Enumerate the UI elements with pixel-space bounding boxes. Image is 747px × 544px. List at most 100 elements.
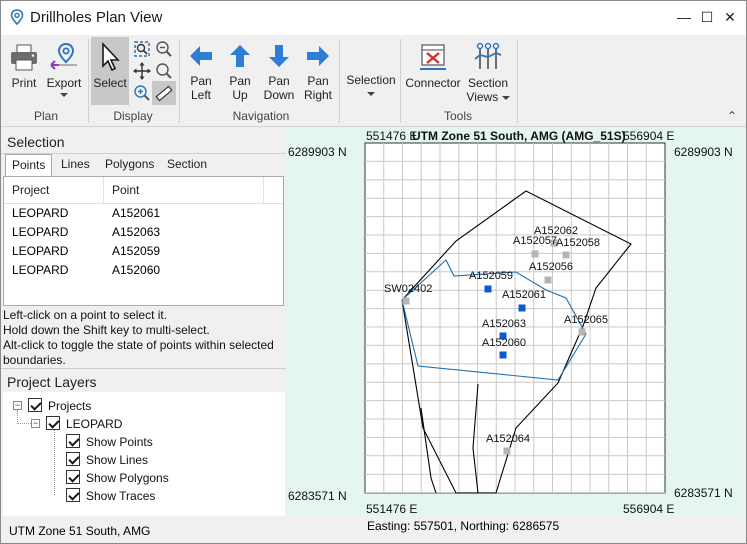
row-project: LEOPARD (12, 244, 69, 258)
drillhole-label: A152063 (482, 318, 526, 330)
show-polygons-label: Show Polygons (86, 471, 169, 485)
drillhole-point[interactable] (499, 351, 507, 359)
pan-left-label-1: Pan (190, 74, 212, 88)
drillhole-point[interactable] (562, 251, 570, 259)
show-polygons-checkbox[interactable] (66, 470, 80, 484)
table-row[interactable]: LEOPARD A152061 (4, 204, 283, 223)
pan-right-label-1: Pan (307, 74, 329, 88)
collapse-ribbon-icon[interactable]: ⌃ (727, 109, 737, 123)
export-dropdown-icon (60, 93, 68, 97)
selection-dropdown-icon (367, 92, 375, 96)
show-traces-checkbox[interactable] (66, 488, 80, 502)
drillhole-point[interactable] (544, 276, 552, 284)
status-bar: UTM Zone 51 South, AMG Easting: 557501, … (1, 516, 746, 543)
minimize-button[interactable]: — (673, 7, 695, 29)
group-separator (339, 39, 340, 123)
drillhole-point[interactable] (484, 285, 492, 293)
section-views-icon (474, 42, 502, 69)
selection-tabs: Points Lines Polygons Section (5, 154, 283, 176)
collapse-projects-icon[interactable]: − (13, 401, 22, 410)
cursor-arrow-icon (102, 41, 120, 72)
export-button[interactable]: Export (46, 41, 82, 97)
leopard-checkbox[interactable] (46, 416, 60, 430)
help-line: Hold down the Shift key to multi-select. (3, 323, 210, 337)
print-label: Print (11, 76, 37, 90)
pan-left-button[interactable]: Pan Left (184, 41, 218, 102)
zoom-window-icon[interactable] (154, 61, 174, 81)
table-row[interactable]: LEOPARD A152059 (4, 242, 283, 261)
pan-up-label-2: Up (232, 88, 248, 102)
column-header-point[interactable]: Point (104, 177, 264, 203)
show-points-label: Show Points (86, 435, 153, 449)
row-project: LEOPARD (12, 206, 69, 220)
app-window: Drillholes Plan View — ☐ ✕ Print Export (0, 0, 747, 544)
section-views-label-1: Section (467, 76, 509, 90)
arrow-left-icon (190, 46, 212, 66)
zoom-out-icon[interactable] (154, 39, 174, 59)
tab-points[interactable]: Points (5, 154, 53, 176)
measure-button[interactable] (152, 81, 176, 105)
connector-button[interactable]: Connector (404, 41, 462, 90)
pan-right-label-2: Right (303, 88, 332, 102)
pan-up-label-1: Pan (229, 74, 251, 88)
drillhole-label: A152059 (469, 270, 513, 282)
drillhole-label: A152057 (513, 235, 557, 247)
help-line: boundaries. (3, 353, 66, 367)
pan-left-label-2: Left (190, 88, 211, 102)
section-views-button[interactable]: Section Views (464, 41, 512, 104)
row-point: A152061 (112, 206, 161, 220)
print-button[interactable]: Print (7, 41, 41, 90)
table-row[interactable]: LEOPARD A152060 (4, 261, 283, 280)
selection-dropdown-button[interactable]: Selection (343, 73, 399, 96)
layers-tree: − Projects − LEOPARD Show Points Show Li… (3, 392, 285, 516)
project-layers-header: Project Layers (7, 374, 97, 390)
pan-up-button[interactable]: Pan Up (223, 41, 257, 102)
show-traces-label: Show Traces (86, 489, 156, 503)
pan-down-button[interactable]: Pan Down (260, 41, 298, 102)
export-pin-icon (50, 42, 77, 70)
collapse-leopard-icon[interactable]: − (31, 419, 40, 428)
close-button[interactable]: ✕ (719, 7, 741, 29)
tab-polygons[interactable]: Polygons (99, 154, 160, 176)
show-lines-checkbox[interactable] (66, 452, 80, 466)
drillhole-point[interactable] (518, 304, 526, 312)
drillhole-point[interactable] (578, 328, 586, 336)
connector-label: Connector (405, 76, 461, 90)
drillhole-point[interactable] (402, 297, 410, 305)
show-lines-label: Show Lines (86, 453, 149, 467)
help-line: Left-click on a point to select it. (3, 308, 168, 322)
navigation-group-label: Navigation (232, 109, 290, 123)
table-row[interactable]: LEOPARD A152063 (4, 223, 283, 242)
plan-group-label: Plan (33, 109, 59, 123)
export-label: Export (46, 76, 82, 90)
drillhole-point[interactable] (503, 447, 511, 455)
ruler-icon (155, 85, 173, 102)
pan-right-button[interactable]: Pan Right (300, 41, 336, 102)
selection-dropdown-label: Selection (346, 73, 396, 87)
column-header-project[interactable]: Project (4, 177, 104, 203)
drillhole-point[interactable] (531, 250, 539, 258)
row-project: LEOPARD (12, 225, 69, 239)
tab-section[interactable]: Section (161, 154, 213, 176)
projects-checkbox[interactable] (28, 398, 42, 412)
status-projection: UTM Zone 51 South, AMG (9, 524, 151, 538)
map-canvas[interactable]: A152062A152057A152058A152056A152059A1520… (286, 128, 746, 516)
map-view[interactable]: 551476 E UTM Zone 51 South, AMG (AMG_51S… (286, 128, 746, 516)
help-line: Alt-click to toggle the state of points … (3, 338, 274, 352)
show-points-checkbox[interactable] (66, 434, 80, 448)
status-coordinates: Easting: 557501, Northing: 6286575 (367, 519, 560, 533)
layers-divider (1, 368, 286, 369)
group-separator (400, 39, 401, 123)
tab-lines[interactable]: Lines (55, 154, 96, 176)
drillhole-label: A152058 (556, 237, 600, 249)
display-group-label: Display (113, 109, 153, 123)
zoom-in-icon[interactable] (132, 83, 152, 103)
section-views-label-2: Views (466, 90, 499, 104)
map-pin-icon (10, 9, 24, 26)
select-button[interactable]: Select (91, 37, 129, 105)
group-separator (517, 39, 518, 123)
zoom-extent-icon[interactable] (132, 39, 152, 59)
tree-label-leopard: LEOPARD (66, 417, 123, 431)
maximize-button[interactable]: ☐ (696, 7, 718, 29)
pan-move-icon[interactable] (132, 61, 152, 81)
